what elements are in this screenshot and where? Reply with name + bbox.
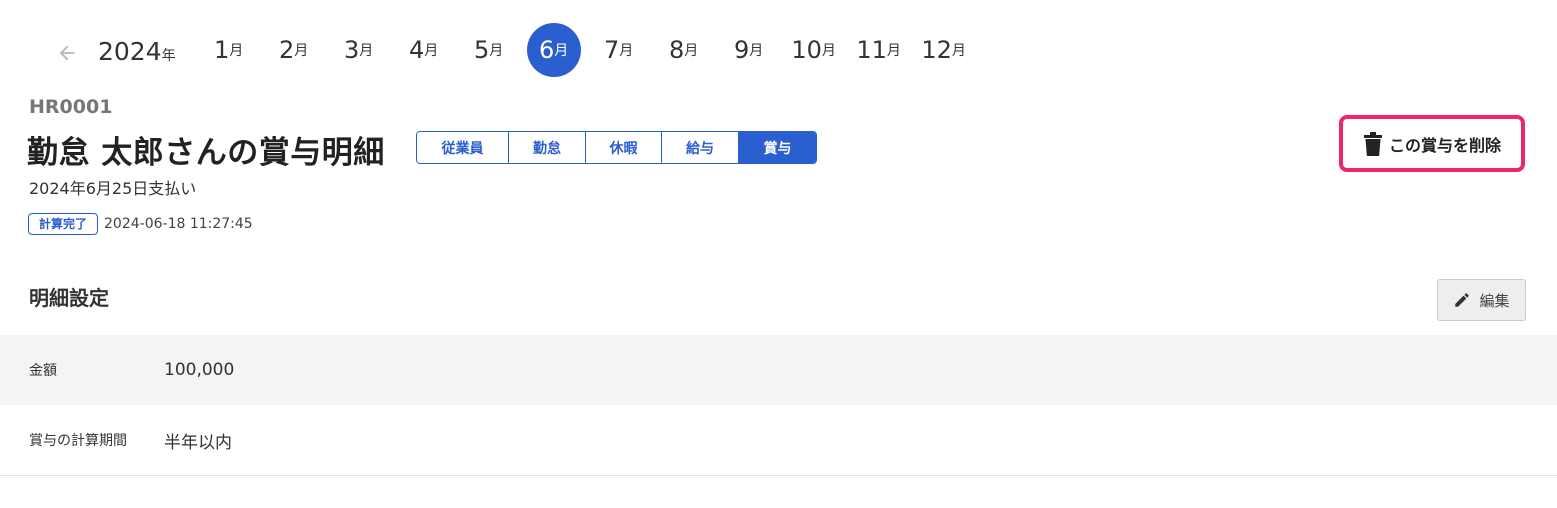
pencil-icon [1453, 291, 1471, 309]
month-navigation: 2024年 1月 2月 3月 4月 5月 6月 7月 8月 9月 10 月 11 月… [50, 22, 982, 78]
month-12[interactable]: 12 月 [917, 23, 971, 77]
arrow-left-icon[interactable] [50, 36, 84, 70]
delete-button-label: この賞与を削除 [1388, 135, 1501, 155]
tab-leave[interactable]: 休暇 [586, 132, 662, 163]
tab-salary[interactable]: 給与 [662, 132, 739, 163]
month-2[interactable]: 2月 [267, 23, 321, 77]
section-title: 明細設定 [29, 286, 109, 310]
month-10[interactable]: 10 月 [787, 23, 841, 77]
delete-bonus-button[interactable]: この賞与を削除 [1339, 115, 1525, 172]
trash-icon [1363, 131, 1383, 156]
detail-table: 金額 100,000 賞与の計算期間 半年以内 [0, 335, 1557, 476]
status-row: 計算完了 2024-06-18 11:27:45 [28, 213, 253, 235]
month-9[interactable]: 9月 [722, 23, 776, 77]
month-3[interactable]: 3月 [332, 23, 386, 77]
detail-label: 賞与の計算期間 [29, 433, 127, 449]
status-badge: 計算完了 [28, 213, 99, 235]
employee-code: HR0001 [29, 96, 113, 118]
tab-attendance[interactable]: 勤怠 [509, 132, 586, 163]
month-8[interactable]: 8月 [657, 23, 711, 77]
status-timestamp: 2024-06-18 11:27:45 [104, 216, 253, 232]
tab-bonus[interactable]: 賞与 [739, 132, 816, 163]
edit-button-label: 編集 [1479, 291, 1510, 310]
detail-label: 金額 [29, 363, 57, 379]
edit-button[interactable]: 編集 [1437, 279, 1526, 321]
tab-employee[interactable]: 従業員 [417, 132, 509, 163]
payment-date: 2024年6月25日支払い [29, 179, 197, 198]
month-4[interactable]: 4月 [397, 23, 451, 77]
month-6-selected[interactable]: 6月 [526, 23, 581, 77]
detail-row-amount: 金額 100,000 [0, 335, 1557, 405]
detail-value: 100,000 [164, 360, 235, 380]
month-1[interactable]: 1月 [202, 23, 256, 77]
month-11[interactable]: 11 月 [852, 23, 906, 77]
year-label: 2024年 [98, 36, 176, 66]
page-title: 勤怠 太郎さんの賞与明細 [27, 135, 385, 171]
month-7[interactable]: 7月 [592, 23, 646, 77]
month-5[interactable]: 5月 [462, 23, 516, 77]
detail-value: 半年以内 [164, 432, 232, 453]
category-tabs: 従業員 勤怠 休暇 給与 賞与 [416, 131, 817, 164]
detail-row-period: 賞与の計算期間 半年以内 [0, 405, 1557, 476]
